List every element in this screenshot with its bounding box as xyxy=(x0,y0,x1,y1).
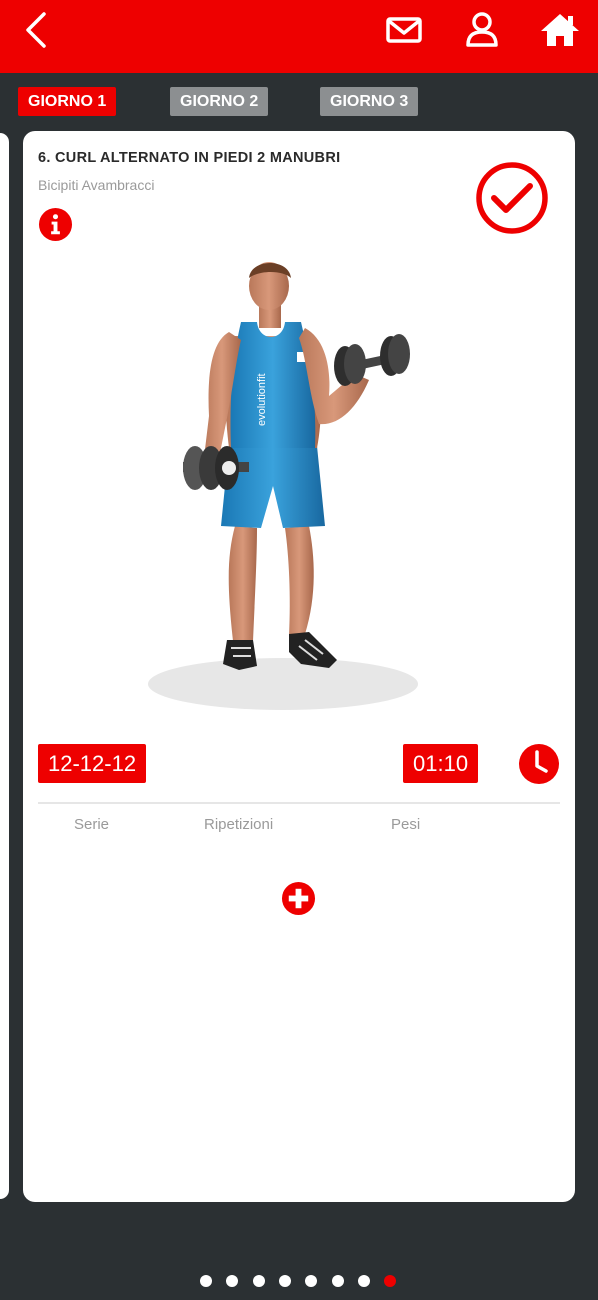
page-dot[interactable] xyxy=(357,1275,370,1287)
chevron-left-icon[interactable] xyxy=(20,10,60,50)
day-tabs: GIORNO 1 GIORNO 2 GIORNO 3 xyxy=(0,87,598,117)
info-icon[interactable] xyxy=(38,207,73,242)
page-dot[interactable] xyxy=(200,1275,212,1287)
reps-badge: 12-12-12 xyxy=(38,744,147,783)
rest-time-badge: 01:10 xyxy=(403,744,479,783)
top-bar xyxy=(0,0,598,73)
clock-icon[interactable] xyxy=(518,743,560,785)
check-circle-icon[interactable] xyxy=(474,160,550,236)
column-serie: Serie xyxy=(74,816,110,833)
exercise-title: 6. CURL ALTERNATO IN PIEDI 2 MANUBRI xyxy=(38,150,341,166)
add-set-button[interactable] xyxy=(281,881,316,916)
user-icon[interactable] xyxy=(462,10,502,50)
page-dot[interactable] xyxy=(226,1275,239,1287)
page-dot[interactable] xyxy=(278,1275,291,1287)
tab-giorno-3[interactable]: GIORNO 3 xyxy=(320,87,419,116)
page-dot[interactable] xyxy=(305,1275,318,1287)
page-dot[interactable] xyxy=(252,1275,265,1287)
page-dot[interactable] xyxy=(384,1275,397,1287)
tab-giorno-1[interactable]: GIORNO 1 xyxy=(18,87,117,116)
exercise-card: 6. CURL ALTERNATO IN PIEDI 2 MANUBRI Bic… xyxy=(23,131,575,1202)
divider xyxy=(38,802,560,804)
shirt-logo: evolutionfit xyxy=(256,373,268,426)
mail-icon[interactable] xyxy=(384,10,424,50)
page-dot[interactable] xyxy=(331,1275,344,1287)
exercise-muscles: Bicipiti Avambracci xyxy=(38,177,155,193)
tab-giorno-2[interactable]: GIORNO 2 xyxy=(170,87,269,116)
previous-card-edge[interactable] xyxy=(0,133,9,1199)
column-ripetizioni: Ripetizioni xyxy=(204,816,274,833)
exercise-illustration: evolutionfit xyxy=(148,262,418,710)
page-indicator xyxy=(0,1275,598,1289)
home-icon[interactable] xyxy=(540,10,580,50)
column-pesi: Pesi xyxy=(391,816,421,833)
